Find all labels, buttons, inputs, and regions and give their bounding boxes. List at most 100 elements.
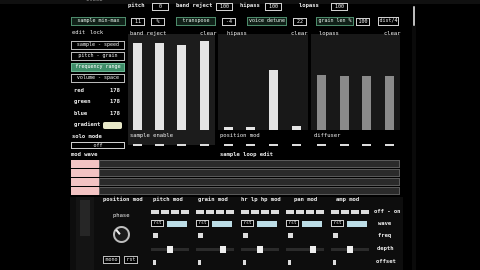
lopass-slider-4[interactable] [385, 76, 394, 130]
band-reject-slider-1[interactable] [133, 43, 142, 130]
slider-tick[interactable] [177, 144, 186, 146]
mod-toggle[interactable] [351, 210, 359, 214]
mod-wave-swatch[interactable] [71, 169, 99, 177]
slider-tick[interactable] [269, 144, 278, 146]
hipass-value[interactable]: 100 [265, 3, 282, 11]
red-value[interactable]: 178 [110, 88, 120, 95]
min-value[interactable]: 11 [131, 18, 145, 26]
hipass-slider-4[interactable] [292, 126, 301, 130]
mod-wave-swatch[interactable] [71, 187, 99, 195]
dist4-button[interactable]: dist/4 [378, 17, 399, 26]
pitch-value[interactable]: 0 [152, 3, 169, 11]
mod-toggle[interactable] [261, 210, 269, 214]
mod-toggle[interactable] [216, 210, 224, 214]
mod-wave-select[interactable] [257, 221, 277, 227]
mod-freq-marker[interactable] [333, 233, 338, 238]
gradient-swatch[interactable] [103, 122, 122, 129]
grain-len-value[interactable]: 100 [356, 18, 370, 26]
lopass-slider-1[interactable] [317, 75, 326, 130]
mod-freq-marker[interactable] [198, 233, 203, 238]
hipass-slider-3[interactable] [269, 70, 278, 130]
mod-toggle[interactable] [316, 210, 324, 214]
mod-freq-marker[interactable] [243, 233, 248, 238]
mod-rst-button[interactable]: rst [241, 220, 254, 227]
mod-toggle[interactable] [171, 210, 179, 214]
mod-depth-track[interactable] [286, 248, 324, 251]
mono-button[interactable]: mono [103, 256, 120, 264]
position-rst-button[interactable]: rst [124, 256, 138, 264]
hipass-slider-2[interactable] [246, 127, 255, 130]
mod-depth-knob[interactable] [347, 246, 353, 253]
percent-box[interactable]: % [151, 18, 165, 26]
mod-offset-marker[interactable] [198, 260, 201, 265]
mod-toggle[interactable] [151, 210, 159, 214]
mod-rst-button[interactable]: rst [286, 220, 299, 227]
mod-depth-knob[interactable] [310, 246, 316, 253]
slider-tick[interactable] [246, 144, 255, 146]
mod-toggle[interactable] [181, 210, 189, 214]
mod-depth-knob[interactable] [220, 246, 226, 253]
sample-loop-bar[interactable] [99, 160, 400, 168]
mod-rst-button[interactable]: rst [196, 220, 209, 227]
mod-toggle[interactable] [286, 210, 294, 214]
mod-depth-track[interactable] [196, 248, 234, 251]
mod-offset-marker[interactable] [243, 260, 246, 265]
lopass-slider-3[interactable] [362, 76, 371, 130]
slider-tick[interactable] [133, 144, 142, 146]
close-button[interactable]: close [86, 0, 103, 4]
mod-toggle[interactable] [226, 210, 234, 214]
mod-toggle[interactable] [341, 210, 349, 214]
mod-offset-marker[interactable] [153, 260, 156, 265]
mod-offset-marker[interactable] [333, 260, 336, 265]
mod-toggle[interactable] [161, 210, 169, 214]
hipass-slider-1[interactable] [224, 127, 233, 130]
mod-toggle[interactable] [241, 210, 249, 214]
blue-value[interactable]: 178 [110, 111, 120, 118]
frequency-range-button[interactable]: frequency range [71, 63, 125, 72]
mod-freq-marker[interactable] [153, 233, 158, 238]
transpose-value[interactable]: -4 [222, 18, 236, 26]
mod-toggle[interactable] [206, 210, 214, 214]
mod-toggle[interactable] [271, 210, 279, 214]
lopass-value[interactable]: 100 [331, 3, 348, 11]
slider-tick[interactable] [292, 144, 301, 146]
sample-loop-bar[interactable] [99, 187, 400, 195]
mod-toggle[interactable] [361, 210, 369, 214]
band-reject-slider-3[interactable] [177, 45, 186, 130]
mod-depth-knob[interactable] [167, 246, 173, 253]
band-reject-slider-2[interactable] [155, 43, 164, 130]
sample-loop-bar[interactable] [99, 169, 400, 177]
slider-tick[interactable] [362, 144, 371, 146]
sample-speed-button[interactable]: sample - speed [71, 41, 125, 50]
mod-wave-swatch[interactable] [71, 160, 99, 168]
slider-tick[interactable] [200, 144, 209, 146]
mod-toggle[interactable] [331, 210, 339, 214]
mod-toggle[interactable] [306, 210, 314, 214]
mod-wave-swatch[interactable] [71, 178, 99, 186]
slider-tick[interactable] [317, 144, 326, 146]
mod-wave-select[interactable] [347, 221, 367, 227]
sample-minmax-button[interactable]: sample min-max [71, 17, 126, 26]
mod-wave-select[interactable] [212, 221, 232, 227]
mod-rst-button[interactable]: rst [151, 220, 164, 227]
green-value[interactable]: 178 [110, 99, 120, 106]
solo-off-button[interactable]: off [71, 142, 125, 149]
mod-toggle[interactable] [296, 210, 304, 214]
slider-tick[interactable] [385, 144, 394, 146]
slider-tick[interactable] [340, 144, 349, 146]
slider-tick[interactable] [155, 144, 164, 146]
mod-toggle[interactable] [251, 210, 259, 214]
band-reject-clear-button[interactable]: clear [200, 31, 217, 38]
mod-depth-knob[interactable] [257, 246, 263, 253]
band-reject-slider-4[interactable] [200, 41, 209, 130]
mod-freq-marker[interactable] [288, 233, 293, 238]
voice-detune-value[interactable]: 22 [293, 18, 307, 26]
mod-offset-marker[interactable] [288, 260, 291, 265]
lopass-clear-button[interactable]: clear [384, 31, 401, 38]
pitch-grain-button[interactable]: pitch - grain [71, 52, 125, 61]
band-reject-value[interactable]: 100 [216, 3, 233, 11]
lopass-slider-2[interactable] [340, 76, 349, 130]
mod-toggle[interactable] [196, 210, 204, 214]
mod-rst-button[interactable]: rst [331, 220, 344, 227]
sample-loop-bar[interactable] [99, 178, 400, 186]
